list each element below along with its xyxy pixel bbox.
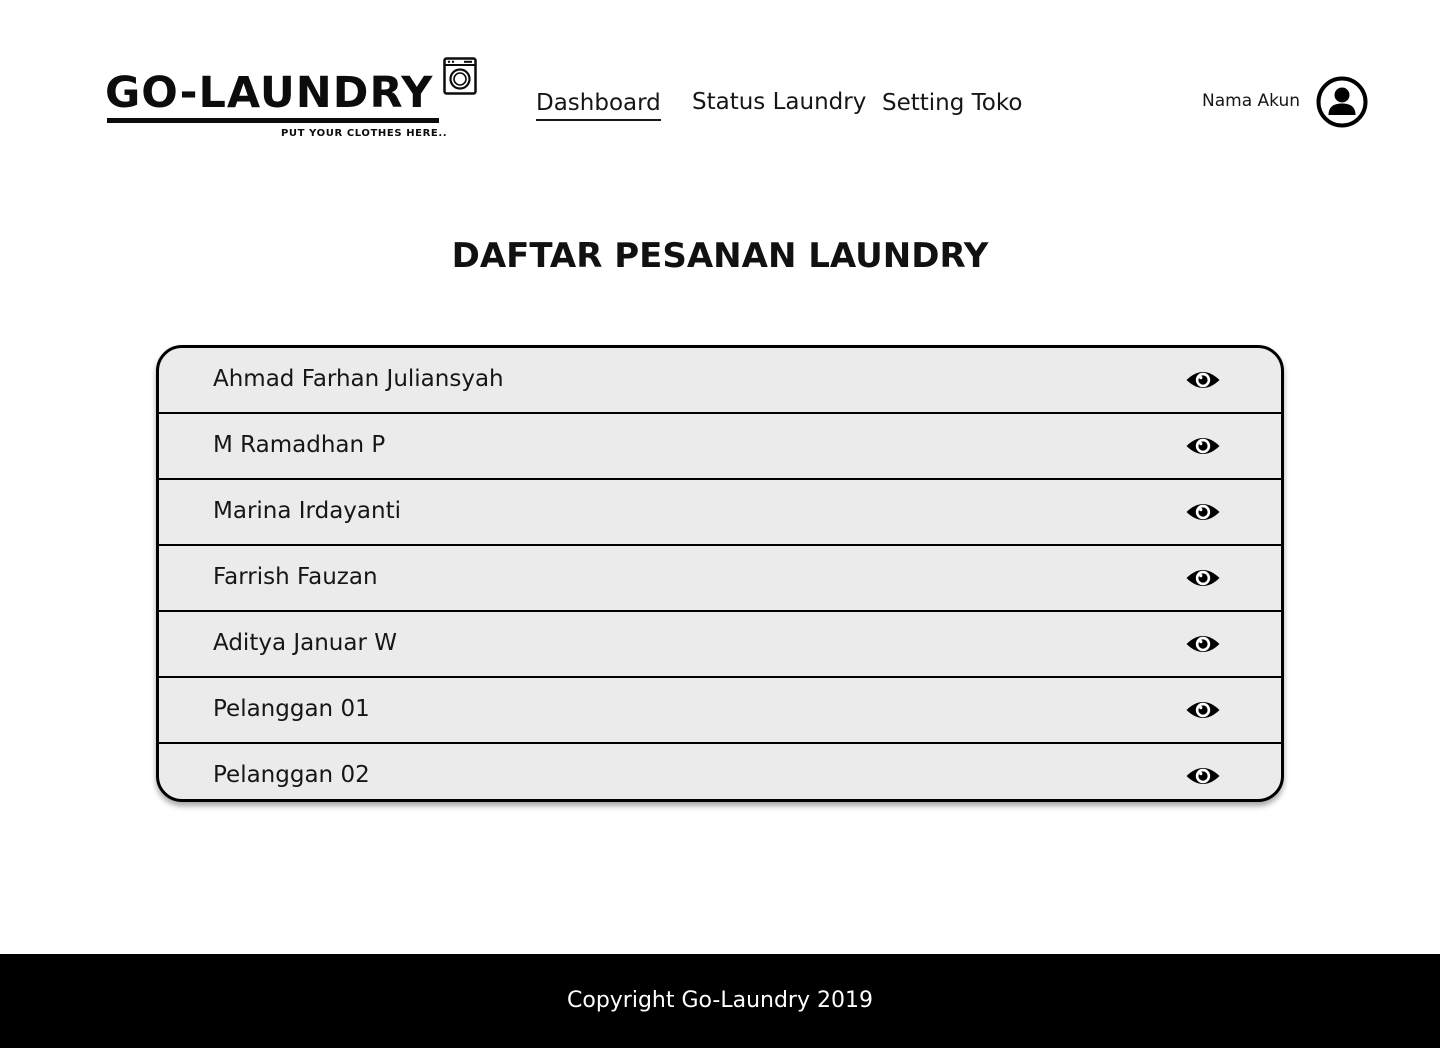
order-customer-name: M Ramadhan P [213,432,386,458]
order-list: Ahmad Farhan Juliansyah M Ramadhan P Mar… [156,345,1284,802]
brand-name: GO-LAUNDRY [105,68,434,118]
view-order-button[interactable] [1185,629,1221,659]
nav-status-laundry[interactable]: Status Laundry [692,87,866,117]
eye-icon [1186,438,1220,454]
eye-icon [1186,504,1220,520]
order-row[interactable]: M Ramadhan P [159,414,1281,480]
brand-tagline: PUT YOUR CLOTHES HERE.. [281,128,448,139]
order-customer-name: Pelanggan 02 [213,762,370,788]
eye-icon [1186,768,1220,784]
order-row[interactable]: Marina Irdayanti [159,480,1281,546]
eye-icon [1186,372,1220,388]
nav-setting-toko[interactable]: Setting Toko [882,88,1022,118]
order-row[interactable]: Pelanggan 02 [159,744,1281,799]
view-order-button[interactable] [1185,497,1221,527]
eye-icon [1186,570,1220,586]
eye-icon [1186,636,1220,652]
user-circle-icon[interactable] [1316,76,1368,128]
account-name[interactable]: Nama Akun [1202,89,1300,113]
view-order-button[interactable] [1185,761,1221,791]
view-order-button[interactable] [1185,431,1221,461]
view-order-button[interactable] [1185,365,1221,395]
brand-underline [107,118,439,123]
brand-logo[interactable]: GO-LAUNDRY PUT YOUR CLOTHES HERE.. [105,56,480,148]
order-customer-name: Farrish Fauzan [213,564,378,590]
order-row[interactable]: Aditya Januar W [159,612,1281,678]
view-order-button[interactable] [1185,563,1221,593]
order-customer-name: Pelanggan 01 [213,696,370,722]
order-customer-name: Marina Irdayanti [213,498,401,524]
copyright-text: Copyright Go-Laundry 2019 [567,988,873,1013]
footer: Copyright Go-Laundry 2019 [0,954,1440,1048]
order-customer-name: Aditya Januar W [213,630,397,656]
eye-icon [1186,702,1220,718]
nav-dashboard[interactable]: Dashboard [536,88,661,121]
order-row[interactable]: Pelanggan 01 [159,678,1281,744]
order-row[interactable]: Ahmad Farhan Juliansyah [159,348,1281,414]
order-row[interactable]: Farrish Fauzan [159,546,1281,612]
view-order-button[interactable] [1185,695,1221,725]
page-title: DAFTAR PESANAN LAUNDRY [451,236,989,276]
washing-machine-icon [443,57,477,95]
order-customer-name: Ahmad Farhan Juliansyah [213,366,504,392]
